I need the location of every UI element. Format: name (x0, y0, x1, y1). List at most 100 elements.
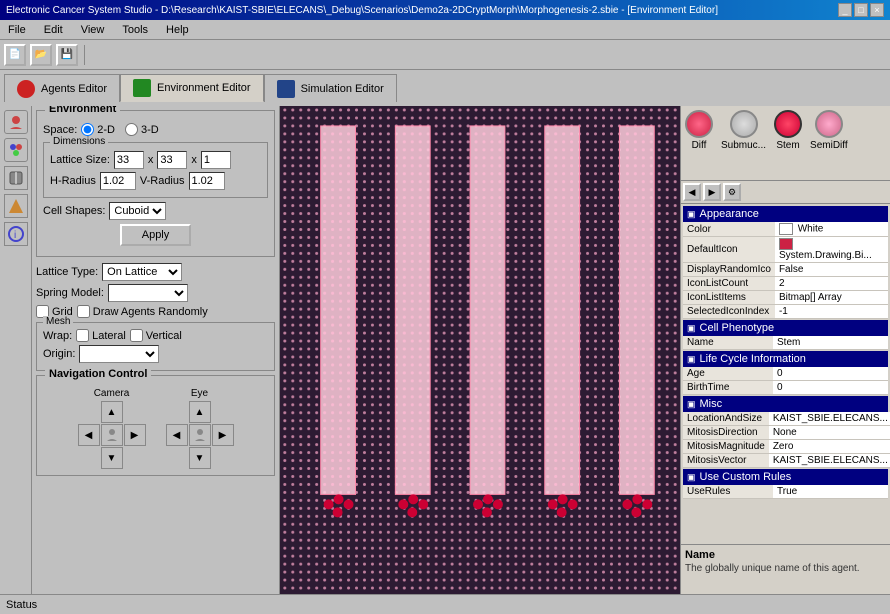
v-radius-input[interactable]: 1.02 (189, 172, 225, 190)
agent-diff[interactable]: Diff (685, 110, 713, 151)
title-buttons[interactable]: _ □ × (838, 3, 884, 17)
customrules-table: UseRules True (683, 485, 888, 499)
agent-icons-row: Diff Submuc... Stem SemiDiff (681, 106, 890, 181)
prop-value-userules: True (773, 485, 888, 499)
menu-tools[interactable]: Tools (118, 23, 152, 37)
apply-button[interactable]: Apply (120, 224, 192, 246)
cellphenotype-title: Cell Phenotype (700, 322, 775, 334)
lattice-x-input[interactable]: 33 (114, 151, 144, 169)
open-button[interactable]: 📂 (30, 44, 52, 66)
h-radius-input[interactable]: 1.02 (100, 172, 136, 190)
right-panel: Diff Submuc... Stem SemiDiff ◀ ▶ ⚙ (680, 106, 890, 594)
eye-right[interactable]: ▶ (212, 424, 234, 446)
agent-submc[interactable]: Submuc... (721, 110, 766, 151)
appearance-section: ▣ Appearance Color White DefaultIcon (683, 206, 888, 319)
radio-3d-input[interactable] (125, 123, 138, 136)
prop-row-userules: UseRules True (683, 485, 888, 499)
camera-label: Camera (94, 388, 130, 399)
prop-name-displayrandom: DisplayRandomIco (683, 263, 775, 277)
maximize-button[interactable]: □ (854, 3, 868, 17)
prop-value-color: White (775, 222, 888, 237)
side-icon-4[interactable] (4, 194, 28, 218)
mesh-title: Mesh (43, 316, 73, 327)
cellphenotype-header[interactable]: ▣ Cell Phenotype (683, 320, 888, 336)
prop-value-birthtime: 0 (773, 381, 888, 395)
new-button[interactable]: 📄 (4, 44, 26, 66)
lattice-y-input[interactable]: 33 (157, 151, 187, 169)
misc-expand-icon: ▣ (687, 399, 696, 410)
v-radius-label: V-Radius (140, 175, 185, 187)
eye-down[interactable]: ▼ (189, 447, 211, 469)
camera-arrows: ▲ ◀ ▶ ▼ (78, 401, 146, 469)
minimize-button[interactable]: _ (838, 3, 852, 17)
prop-name-name: Name (683, 336, 773, 350)
nav-control-group: Navigation Control Camera ▲ ◀ ▶ (36, 375, 275, 476)
camera-down[interactable]: ▼ (101, 447, 123, 469)
prop-row-birthtime: BirthTime 0 (683, 381, 888, 395)
draw-agents-checkbox-text: Draw Agents Randomly (93, 306, 208, 318)
origin-select[interactable] (79, 345, 159, 363)
mesh-group: Mesh Wrap: Lateral Vertical Origin: (36, 322, 275, 371)
lifecycle-header[interactable]: ▣ Life Cycle Information (683, 351, 888, 367)
nav-control-title: Navigation Control (45, 368, 151, 380)
eye-group: Eye ▲ ◀ ▶ ▼ (166, 388, 234, 469)
prop-btn-3[interactable]: ⚙ (723, 183, 741, 201)
prop-row-selectedicon: SelectedIconIndex -1 (683, 305, 888, 319)
bottom-info: Name The globally unique name of this ag… (681, 544, 890, 594)
radius-row: H-Radius 1.02 V-Radius 1.02 (50, 172, 261, 190)
menu-help[interactable]: Help (162, 23, 193, 37)
lattice-type-select[interactable]: On Lattice (102, 263, 182, 281)
menu-file[interactable]: File (4, 23, 30, 37)
diff-label: Diff (692, 140, 707, 151)
camera-right[interactable]: ▶ (124, 424, 146, 446)
prop-row-color: Color White (683, 222, 888, 237)
lattice-z-input[interactable]: 1 (201, 151, 231, 169)
lateral-checkbox-label[interactable]: Lateral (76, 329, 126, 342)
camera-up[interactable]: ▲ (101, 401, 123, 423)
lattice-y-sep: x (191, 154, 197, 166)
draw-agents-checkbox[interactable] (77, 305, 90, 318)
radio-3d[interactable]: 3-D (125, 123, 159, 136)
vertical-checkbox-label[interactable]: Vertical (130, 329, 182, 342)
cell-shapes-select[interactable]: Cuboid (109, 202, 166, 220)
radio-2d-input[interactable] (81, 123, 94, 136)
appearance-table: Color White DefaultIcon System.Drawing.B… (683, 222, 888, 319)
camera-left[interactable]: ◀ (78, 424, 100, 446)
prop-name-userules: UseRules (683, 485, 773, 499)
radio-2d[interactable]: 2-D (81, 123, 115, 136)
save-button[interactable]: 💾 (56, 44, 78, 66)
submc-icon (730, 110, 758, 138)
lateral-checkbox[interactable] (76, 329, 89, 342)
side-icon-1[interactable] (4, 110, 28, 134)
draw-agents-checkbox-label[interactable]: Draw Agents Randomly (77, 305, 208, 318)
lifecycle-section: ▣ Life Cycle Information Age 0 BirthTime… (683, 351, 888, 395)
prop-name-iconlistcount: IconListCount (683, 277, 775, 291)
prop-value-mitosisdirection: None (769, 426, 890, 440)
submc-label: Submuc... (721, 140, 766, 151)
menu-view[interactable]: View (77, 23, 109, 37)
menu-edit[interactable]: Edit (40, 23, 67, 37)
spring-model-select[interactable] (108, 284, 188, 302)
radio-2d-label: 2-D (97, 124, 115, 136)
cellphenotype-section: ▣ Cell Phenotype Name Stem (683, 320, 888, 350)
side-icon-3[interactable] (4, 166, 28, 190)
eye-person-icon (189, 424, 211, 446)
tab-environment[interactable]: Environment Editor (120, 74, 264, 102)
prop-row-defaulticon: DefaultIcon System.Drawing.Bi... (683, 237, 888, 263)
close-button[interactable]: × (870, 3, 884, 17)
customrules-header[interactable]: ▣ Use Custom Rules (683, 469, 888, 485)
agent-semidiff[interactable]: SemiDiff (810, 110, 848, 151)
prop-btn-2[interactable]: ▶ (703, 183, 721, 201)
tab-simulation[interactable]: Simulation Editor (264, 74, 397, 102)
eye-up[interactable]: ▲ (189, 401, 211, 423)
tab-agents[interactable]: Agents Editor (4, 74, 120, 102)
vertical-checkbox[interactable] (130, 329, 143, 342)
eye-left[interactable]: ◀ (166, 424, 188, 446)
appearance-header[interactable]: ▣ Appearance (683, 206, 888, 222)
agent-stem[interactable]: Stem (774, 110, 802, 151)
prop-btn-1[interactable]: ◀ (683, 183, 701, 201)
side-icon-5[interactable]: i (4, 222, 28, 246)
side-icon-2[interactable] (4, 138, 28, 162)
misc-header[interactable]: ▣ Misc (683, 396, 888, 412)
cell-shapes-label: Cell Shapes: (43, 205, 105, 217)
